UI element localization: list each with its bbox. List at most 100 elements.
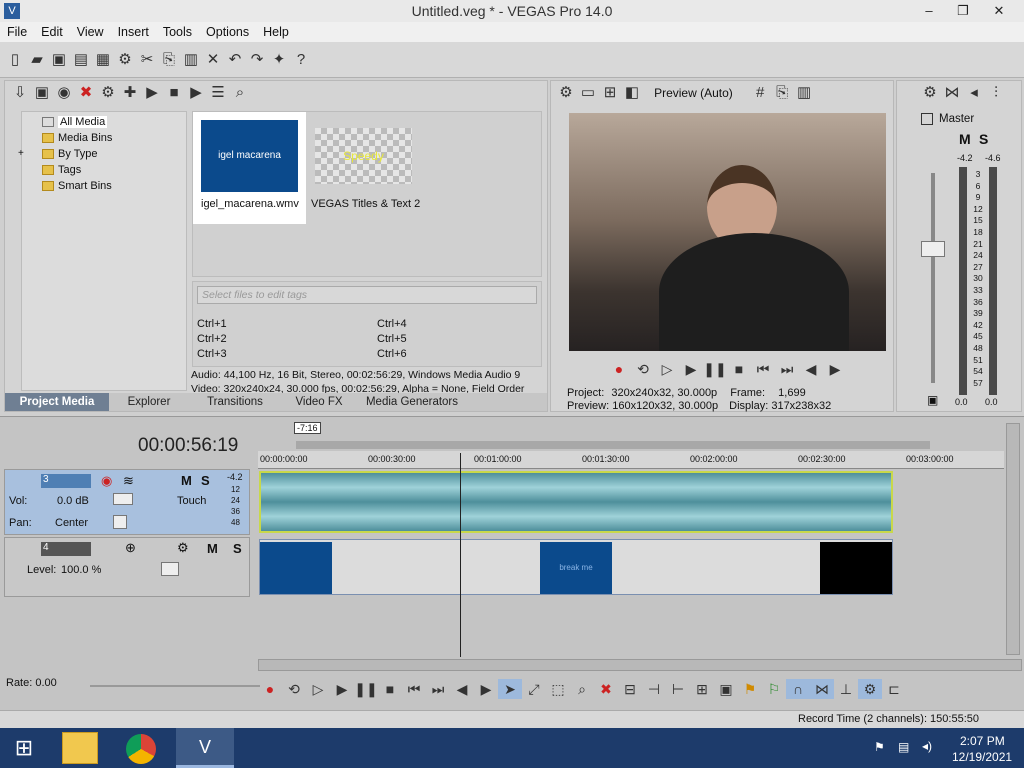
- media-item-titles[interactable]: Speedy VEGAS Titles & Text 2: [311, 126, 421, 216]
- downmix-icon[interactable]: ⋈: [941, 83, 963, 103]
- tag-shortcut-2[interactable]: Ctrl+2: [197, 333, 227, 345]
- mixer-icon[interactable]: ⫶: [985, 83, 1007, 103]
- record-icon[interactable]: ●: [607, 359, 631, 379]
- open-icon[interactable]: ▰: [26, 50, 48, 70]
- loop-icon[interactable]: ⟲: [631, 359, 655, 379]
- vertical-scrollbar[interactable]: [1006, 423, 1020, 655]
- vegas-taskbar-icon[interactable]: V: [176, 728, 234, 768]
- snap-icon[interactable]: ✚: [119, 83, 141, 103]
- next-frame-icon[interactable]: ▶: [474, 679, 498, 699]
- tree-tags[interactable]: Tags: [40, 162, 186, 178]
- lock-icon[interactable]: ▣: [927, 393, 938, 407]
- menu-options[interactable]: Options: [199, 22, 256, 42]
- tags-input[interactable]: Select files to edit tags: [197, 286, 537, 304]
- trim-icon[interactable]: ⊟: [618, 679, 642, 699]
- effects-icon[interactable]: ⚙: [97, 83, 119, 103]
- master-fader[interactable]: [921, 241, 945, 257]
- track-solo[interactable]: S: [201, 473, 210, 488]
- pause-icon[interactable]: ❚❚: [703, 359, 727, 379]
- audio-event[interactable]: [259, 471, 893, 533]
- normal-edit-tool-icon[interactable]: ➤: [498, 679, 522, 699]
- loop-region-bar[interactable]: [296, 441, 930, 449]
- pause-icon[interactable]: ❚❚: [354, 679, 378, 699]
- tree-smart-bins[interactable]: Smart Bins: [40, 178, 186, 194]
- video-event-2[interactable]: break me: [540, 542, 612, 594]
- paste-icon[interactable]: ▥: [180, 50, 202, 70]
- search-icon[interactable]: ⌕: [229, 83, 251, 103]
- grid-icon[interactable]: #: [749, 83, 771, 103]
- menu-view[interactable]: View: [70, 22, 111, 42]
- start-icon[interactable]: ⊞: [10, 736, 38, 760]
- master-settings-icon[interactable]: ⚙: [919, 83, 941, 103]
- loop-icon[interactable]: ⟲: [282, 679, 306, 699]
- play-icon[interactable]: ▶: [330, 679, 354, 699]
- speaker-icon[interactable]: ◂: [963, 83, 985, 103]
- track-solo[interactable]: S: [233, 541, 242, 556]
- save-icon[interactable]: ▣: [48, 50, 70, 70]
- menu-insert[interactable]: Insert: [111, 22, 156, 42]
- pan-slider[interactable]: [113, 515, 127, 529]
- file-explorer-icon[interactable]: [62, 732, 98, 764]
- envelope-tool-icon[interactable]: ⤢: [522, 679, 546, 699]
- track-fx-icon[interactable]: ⚙: [177, 540, 189, 556]
- menu-file[interactable]: File: [0, 22, 34, 42]
- track-mute[interactable]: M: [181, 473, 192, 488]
- copy-icon[interactable]: ⎘: [158, 50, 180, 70]
- menu-tools[interactable]: Tools: [156, 22, 199, 42]
- preview-settings-icon[interactable]: ⚙: [555, 83, 577, 103]
- undo-icon[interactable]: ↶: [224, 50, 246, 70]
- help-icon[interactable]: ?: [290, 50, 312, 70]
- tab-video-fx[interactable]: Video FX: [281, 393, 357, 411]
- track-mute[interactable]: M: [207, 541, 218, 556]
- lock-icon[interactable]: ▣: [714, 679, 738, 699]
- cut-icon[interactable]: ✂: [136, 50, 158, 70]
- delete-icon[interactable]: ✕: [202, 50, 224, 70]
- master-fx-icon[interactable]: [921, 113, 933, 125]
- tag-shortcut-5[interactable]: Ctrl+5: [377, 333, 407, 345]
- menu-edit[interactable]: Edit: [34, 22, 70, 42]
- lock-envelopes-icon[interactable]: ⚙: [858, 679, 882, 699]
- region-icon[interactable]: ⚐: [762, 679, 786, 699]
- properties-icon[interactable]: ⚙: [114, 50, 136, 70]
- prev-frame-icon[interactable]: ◀: [799, 359, 823, 379]
- close-button[interactable]: ✕: [982, 0, 1016, 22]
- zoom-tool-icon[interactable]: ⌕: [570, 679, 594, 699]
- play-from-start-icon[interactable]: ▷: [655, 359, 679, 379]
- prev-frame-icon[interactable]: ◀: [450, 679, 474, 699]
- save-snapshot-icon[interactable]: ▥: [793, 83, 815, 103]
- clock-time[interactable]: 2:07 PM: [960, 734, 1005, 748]
- video-track-header[interactable]: 4 ⊕ ⚙ M S Level: 100.0 %: [4, 537, 250, 597]
- menu-help[interactable]: Help: [256, 22, 296, 42]
- tag-shortcut-3[interactable]: Ctrl+3: [197, 348, 227, 360]
- tab-project-media[interactable]: Project Media: [5, 393, 109, 411]
- stop-icon[interactable]: ■: [378, 679, 402, 699]
- ignore-grouping-icon[interactable]: ⊏: [882, 679, 906, 699]
- action-center-icon[interactable]: ⚑: [874, 740, 885, 754]
- split-screen-icon[interactable]: ⊞: [599, 83, 621, 103]
- playhead[interactable]: [460, 453, 461, 657]
- play-icon[interactable]: ▶: [679, 359, 703, 379]
- copy-snapshot-icon[interactable]: ⎘: [771, 83, 793, 103]
- loop-region-badge[interactable]: -7:16: [294, 422, 321, 434]
- trim-start-icon[interactable]: ⊣: [642, 679, 666, 699]
- chrome-icon[interactable]: [126, 734, 156, 764]
- auto-ripple-icon[interactable]: ⊥: [834, 679, 858, 699]
- volume-icon[interactable]: ◂): [922, 739, 932, 753]
- capture-icon[interactable]: ▣: [31, 83, 53, 103]
- master-mute[interactable]: M: [959, 131, 971, 147]
- render-icon[interactable]: ▦: [92, 50, 114, 70]
- go-end-icon[interactable]: ⏭: [426, 679, 450, 699]
- tab-transitions[interactable]: Transitions: [189, 393, 281, 411]
- external-monitor-icon[interactable]: ▭: [577, 83, 599, 103]
- go-start-icon[interactable]: ⏮: [751, 359, 775, 379]
- save-as-icon[interactable]: ▤: [70, 50, 92, 70]
- minimize-button[interactable]: –: [912, 0, 946, 22]
- rate-slider[interactable]: [90, 685, 260, 687]
- tag-shortcut-4[interactable]: Ctrl+4: [377, 318, 407, 330]
- restore-button[interactable]: ❐: [946, 0, 980, 22]
- views-icon[interactable]: ☰: [207, 83, 229, 103]
- tree-all-media[interactable]: All Media: [40, 114, 186, 130]
- tag-shortcut-6[interactable]: Ctrl+6: [377, 348, 407, 360]
- play-media-icon[interactable]: ▶: [141, 83, 163, 103]
- delete-icon[interactable]: ✖: [594, 679, 618, 699]
